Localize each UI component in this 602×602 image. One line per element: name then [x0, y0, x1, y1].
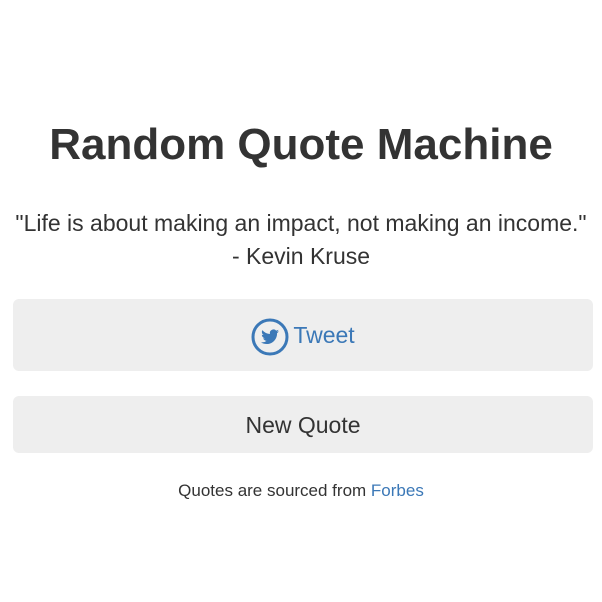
page: Random Quote Machine "Life is about maki…	[0, 0, 602, 602]
tweet-button[interactable]: Tweet	[13, 299, 593, 371]
quote-text: "Life is about making an impact, not mak…	[15, 210, 587, 236]
page-title: Random Quote Machine	[49, 120, 553, 169]
quote-block: "Life is about making an impact, not mak…	[0, 207, 602, 273]
quote-author: - Kevin Kruse	[231, 243, 371, 269]
source-prefix: Quotes are sourced from	[178, 481, 371, 500]
twitter-icon	[251, 318, 289, 356]
forbes-link[interactable]: Forbes	[371, 481, 424, 500]
tweet-label: Tweet	[293, 322, 355, 348]
source-note: Quotes are sourced from Forbes	[0, 480, 602, 502]
new-quote-button[interactable]: New Quote	[13, 396, 593, 453]
new-quote-label: New Quote	[245, 411, 361, 438]
